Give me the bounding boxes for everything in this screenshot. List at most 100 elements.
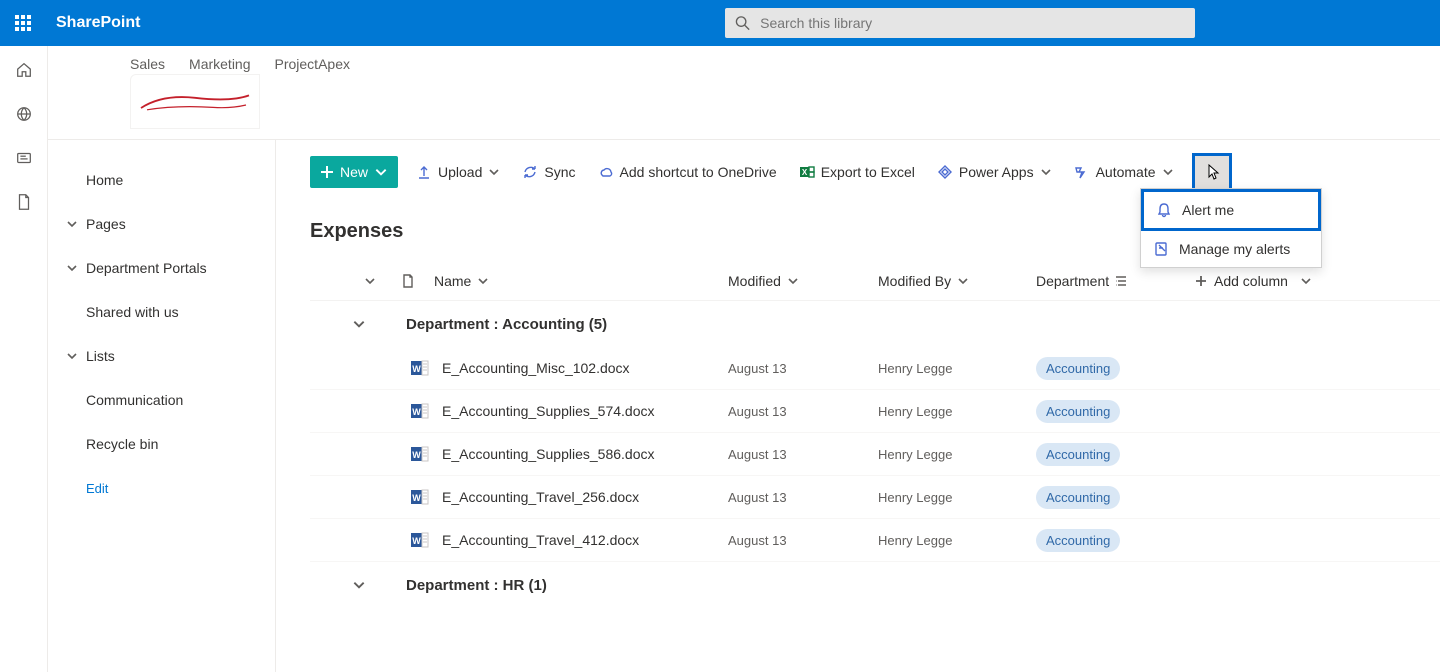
upload-button[interactable]: Upload bbox=[412, 156, 504, 188]
svg-text:W: W bbox=[412, 407, 421, 417]
sitenav-communication[interactable]: Communication bbox=[48, 378, 267, 422]
chevron-down-icon bbox=[488, 166, 500, 178]
sync-icon bbox=[522, 164, 538, 180]
file-modified: August 13 bbox=[728, 533, 878, 548]
chevron-down-icon bbox=[1040, 166, 1052, 178]
site-nav: Home Pages Department Portals Shared wit… bbox=[48, 140, 276, 672]
powerapps-button[interactable]: Power Apps bbox=[933, 156, 1056, 188]
group-header[interactable]: Department : Accounting (5) bbox=[310, 301, 1440, 347]
file-modifiedby: Henry Legge bbox=[878, 533, 1036, 548]
cursor-icon bbox=[1202, 162, 1222, 182]
manage-alerts-icon bbox=[1153, 241, 1169, 257]
plus-icon bbox=[1194, 274, 1208, 288]
rail-home-icon[interactable] bbox=[14, 60, 34, 80]
table-row[interactable]: WE_Accounting_Travel_412.docxAugust 13He… bbox=[310, 519, 1440, 562]
onedrive-icon bbox=[598, 164, 614, 180]
chevron-down-icon bbox=[66, 350, 80, 362]
app-launcher-icon[interactable] bbox=[0, 0, 46, 46]
new-label: New bbox=[340, 164, 368, 180]
word-document-icon: W bbox=[406, 488, 434, 506]
chevron-down-icon bbox=[477, 275, 489, 287]
automate-button[interactable]: Automate bbox=[1070, 156, 1178, 188]
sitenav-edit[interactable]: Edit bbox=[48, 466, 267, 510]
department-tag: Accounting bbox=[1036, 400, 1120, 423]
table-row[interactable]: W E_Accounting_Misc_102.docxAugust 13Henr… bbox=[310, 347, 1440, 390]
search-input[interactable] bbox=[760, 15, 1185, 31]
groupby-icon bbox=[1115, 275, 1127, 287]
word-document-icon: W bbox=[406, 402, 434, 420]
file-name[interactable]: E_Accounting_Misc_102.docx bbox=[434, 360, 728, 376]
add-shortcut-button[interactable]: Add shortcut to OneDrive bbox=[594, 156, 781, 188]
manage-alerts-item[interactable]: Manage my alerts bbox=[1141, 231, 1321, 267]
hub-nav-item[interactable]: Marketing bbox=[189, 56, 250, 72]
col-name[interactable]: Name bbox=[434, 273, 489, 289]
svg-text:W: W bbox=[412, 450, 421, 460]
sitenav-recyclebin[interactable]: Recycle bin bbox=[48, 422, 267, 466]
table-row[interactable]: W E_Accounting_Supplies_586.docxAugust 13… bbox=[310, 433, 1440, 476]
svg-text:X: X bbox=[802, 168, 808, 177]
file-type-icon[interactable] bbox=[401, 274, 415, 288]
site-logo[interactable] bbox=[130, 74, 260, 129]
sitenav-home[interactable]: Home bbox=[48, 158, 267, 202]
hub-nav-item[interactable]: ProjectApex bbox=[275, 56, 350, 72]
department-tag: Accounting bbox=[1036, 529, 1120, 552]
alert-me-item[interactable]: Alert me bbox=[1141, 189, 1321, 231]
file-modifiedby: Henry Legge bbox=[878, 490, 1036, 505]
suite-brand[interactable]: SharePoint bbox=[56, 14, 140, 32]
chevron-down-icon bbox=[66, 218, 80, 230]
department-tag: Accounting bbox=[1036, 357, 1120, 380]
bell-icon bbox=[1156, 202, 1172, 218]
chevron-down-icon bbox=[787, 275, 799, 287]
file-modified: August 13 bbox=[728, 447, 878, 462]
sitenav-department-portals[interactable]: Department Portals bbox=[48, 246, 267, 290]
col-modified[interactable]: Modified bbox=[728, 273, 799, 289]
upload-icon bbox=[416, 164, 432, 180]
add-column-button[interactable]: Add column bbox=[1194, 273, 1354, 289]
file-name[interactable]: E_Accounting_Travel_256.docx bbox=[434, 489, 728, 505]
chevron-down-icon bbox=[374, 165, 388, 179]
search-icon bbox=[735, 15, 750, 31]
sitenav-lists[interactable]: Lists bbox=[48, 334, 267, 378]
chevron-down-icon bbox=[957, 275, 969, 287]
new-button[interactable]: New bbox=[310, 156, 398, 188]
rail-globe-icon[interactable] bbox=[14, 104, 34, 124]
chevron-down-icon bbox=[352, 317, 366, 331]
svg-text:W: W bbox=[412, 364, 421, 374]
file-name[interactable]: E_Accounting_Supplies_574.docx bbox=[434, 403, 728, 419]
export-excel-button[interactable]: X Export to Excel bbox=[795, 156, 919, 188]
group-header[interactable]: Department : HR (1) bbox=[310, 562, 1440, 608]
chevron-down-icon bbox=[1162, 166, 1174, 178]
word-document-icon: W bbox=[406, 531, 434, 549]
rail-news-icon[interactable] bbox=[14, 148, 34, 168]
file-modifiedby: Henry Legge bbox=[878, 404, 1036, 419]
chevron-down-icon bbox=[1300, 275, 1312, 287]
chevron-down-icon[interactable] bbox=[364, 275, 376, 287]
file-name[interactable]: E_Accounting_Supplies_586.docx bbox=[434, 446, 728, 462]
col-modifiedby[interactable]: Modified By bbox=[878, 273, 969, 289]
department-tag: Accounting bbox=[1036, 486, 1120, 509]
file-modifiedby: Henry Legge bbox=[878, 361, 1036, 376]
hub-nav-item[interactable]: Sales bbox=[130, 56, 165, 72]
file-modified: August 13 bbox=[728, 361, 878, 376]
sync-button[interactable]: Sync bbox=[518, 156, 579, 188]
sitenav-shared[interactable]: Shared with us bbox=[48, 290, 267, 334]
more-actions-button[interactable] bbox=[1192, 153, 1232, 191]
sitenav-pages[interactable]: Pages bbox=[48, 202, 267, 246]
suite-bar: SharePoint bbox=[0, 0, 1440, 46]
plus-icon bbox=[320, 165, 334, 179]
table-row[interactable]: WE_Accounting_Travel_256.docxAugust 13He… bbox=[310, 476, 1440, 519]
svg-text:W: W bbox=[412, 493, 421, 503]
search-box[interactable] bbox=[725, 8, 1195, 38]
more-actions-dropdown: Alert me Manage my alerts bbox=[1140, 188, 1322, 268]
chevron-down-icon bbox=[352, 578, 366, 592]
col-department[interactable]: Department bbox=[1036, 273, 1127, 289]
hub-nav: Sales Marketing ProjectApex bbox=[48, 46, 1440, 72]
app-rail bbox=[0, 46, 48, 672]
table-row[interactable]: WE_Accounting_Supplies_574.docxAugust 13… bbox=[310, 390, 1440, 433]
file-table: Name Modified Modified By Department Add… bbox=[310, 261, 1440, 608]
excel-icon: X bbox=[799, 164, 815, 180]
rail-file-icon[interactable] bbox=[14, 192, 34, 212]
chevron-down-icon bbox=[66, 262, 80, 274]
file-name[interactable]: E_Accounting_Travel_412.docx bbox=[434, 532, 728, 548]
word-document-icon: W bbox=[406, 445, 434, 463]
